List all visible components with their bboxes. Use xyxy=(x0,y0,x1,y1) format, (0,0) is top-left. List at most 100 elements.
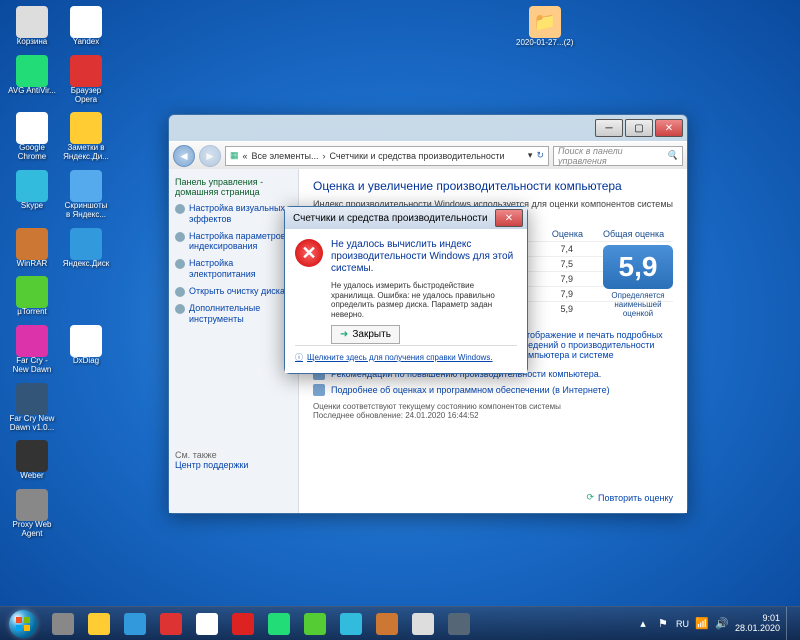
desktop-icon[interactable]: WinRAR xyxy=(8,228,56,269)
desktop-icon-label: Yandex xyxy=(73,38,100,47)
bullet-icon xyxy=(175,204,185,214)
sidebar-item-label: Настройка электропитания xyxy=(189,258,292,280)
bullet-icon xyxy=(175,232,185,242)
desktop-icon-label: Заметки в Яндекс.Ди... xyxy=(62,144,110,162)
page-title: Оценка и увеличение производительности к… xyxy=(313,179,673,193)
dialog-close-action[interactable]: ➜ Закрыть xyxy=(331,325,400,344)
app-icon xyxy=(268,613,290,635)
toolbar: ◄ ► ▦ « Все элементы... › Счетчики и сре… xyxy=(169,141,687,169)
desktop-icon[interactable]: Skype xyxy=(8,170,56,220)
desktop-icon-label: AVG AntiVir... xyxy=(8,87,56,96)
desktop-icon[interactable]: Браузер Opera xyxy=(62,55,110,105)
app-icon xyxy=(196,613,218,635)
close-button[interactable]: ✕ xyxy=(655,119,683,137)
desktop-icon[interactable]: Yandex xyxy=(62,6,110,47)
desktop-icon[interactable]: Заметки в Яндекс.Ди... xyxy=(62,112,110,162)
sidebar-item-label: Настройка визуальных эффектов xyxy=(189,203,292,225)
link-about-online[interactable]: Подробнее об оценках и программном обесп… xyxy=(313,384,673,396)
taskbar-app[interactable] xyxy=(406,610,440,638)
refresh-icon[interactable]: ↻ xyxy=(536,150,544,161)
desktop-icon[interactable]: Google Chrome xyxy=(8,112,56,162)
app-icon xyxy=(124,613,146,635)
footer-timestamp: Последнее обновление: 24.01.2020 16:44:5… xyxy=(313,411,673,420)
score-value: 5,9 xyxy=(560,304,573,314)
sidebar-item[interactable]: Настройка визуальных эффектов xyxy=(175,203,292,225)
network-icon[interactable]: 📶 xyxy=(695,617,709,631)
desktop-icon[interactable]: Far Cry New Dawn v1.0... xyxy=(8,383,56,433)
taskbar-app[interactable] xyxy=(190,610,224,638)
desktop-icon-label: Weber xyxy=(20,472,43,481)
volume-icon[interactable]: 🔊 xyxy=(715,617,729,631)
desktop-icon-label: Скриншоты в Яндекс... xyxy=(62,202,110,220)
maximize-button[interactable]: ▢ xyxy=(625,119,653,137)
taskbar-app[interactable] xyxy=(262,610,296,638)
refresh-icon: ⟳ xyxy=(586,492,594,503)
show-desktop-button[interactable] xyxy=(786,607,796,640)
score-value: 7,9 xyxy=(560,289,573,299)
taskbar-app[interactable] xyxy=(118,610,152,638)
dialog-titlebar[interactable]: Счетчики и средства производительности ✕ xyxy=(285,207,527,229)
tray-expand-icon[interactable]: ▴ xyxy=(636,617,650,631)
flag-icon[interactable]: ⚑ xyxy=(656,617,670,631)
refresh-assessment-link[interactable]: ⟳ Повторить оценку xyxy=(586,492,673,503)
taskbar-app[interactable] xyxy=(334,610,368,638)
taskbar-app[interactable] xyxy=(46,610,80,638)
desktop-icon[interactable]: Корзина xyxy=(8,6,56,47)
desktop-icon[interactable]: Far Cry - New Dawn xyxy=(8,325,56,375)
desktop-icon-label: Google Chrome xyxy=(8,144,56,162)
language-indicator[interactable]: RU xyxy=(676,619,689,629)
sidebar-home-link[interactable]: Панель управления - домашняя страница xyxy=(175,177,292,197)
titlebar[interactable]: ─ ▢ ✕ xyxy=(169,115,687,141)
sidebar-item[interactable]: Настройка параметров индексирования xyxy=(175,231,292,253)
dialog-title: Счетчики и средства производительности xyxy=(293,213,488,224)
search-input[interactable]: Поиск в панели управления 🔍 xyxy=(553,146,683,166)
desktop-icon[interactable]: Weber xyxy=(8,440,56,481)
desktop-icon-label: Яндекс.Диск xyxy=(63,260,110,269)
nav-forward-button[interactable]: ► xyxy=(199,145,221,167)
control-panel-icon: ▦ xyxy=(230,150,239,161)
desktop-icon[interactable]: Proxy Web Agent xyxy=(8,489,56,539)
app-icon xyxy=(340,613,362,635)
sidebar-item[interactable]: Настройка электропитания xyxy=(175,258,292,280)
sidebar-item-label: Настройка параметров индексирования xyxy=(189,231,292,253)
taskbar-app[interactable] xyxy=(154,610,188,638)
score-value: 7,9 xyxy=(560,274,573,284)
sidebar-item-support[interactable]: Центр поддержки xyxy=(175,460,292,471)
dialog-message: Не удалось измерить быстродействие храни… xyxy=(331,281,517,319)
desktop-icon[interactable]: µTorrent xyxy=(8,276,56,317)
taskbar-app[interactable] xyxy=(442,610,476,638)
desktop-icon[interactable]: DxDiag xyxy=(62,325,110,375)
app-icon xyxy=(232,613,254,635)
desktop-icon[interactable]: Скриншоты в Яндекс... xyxy=(62,170,110,220)
taskbar-app[interactable] xyxy=(82,610,116,638)
breadcrumb[interactable]: Счетчики и средства производительности xyxy=(329,151,504,161)
minimize-button[interactable]: ─ xyxy=(595,119,623,137)
search-icon: 🔍 xyxy=(667,150,678,161)
desktop-icon-label: WinRAR xyxy=(17,260,48,269)
error-icon: ✕ xyxy=(295,239,323,267)
desktop-icon[interactable]: AVG AntiVir... xyxy=(8,55,56,105)
start-button[interactable] xyxy=(4,609,42,639)
sidebar-item[interactable]: Дополнительные инструменты xyxy=(175,303,292,325)
desktop-icon-label: Proxy Web Agent xyxy=(8,521,56,539)
desktop-icon-folder[interactable]: 📁 2020-01-27...(2) xyxy=(516,6,573,47)
breadcrumb[interactable]: Все элементы... xyxy=(252,151,319,161)
taskbar-app[interactable] xyxy=(226,610,260,638)
desktop-icon[interactable]: Яндекс.Диск xyxy=(62,228,110,269)
column-header: Общая оценка xyxy=(603,229,673,239)
address-bar[interactable]: ▦ « Все элементы... › Счетчики и средств… xyxy=(225,146,549,166)
taskbar-app[interactable] xyxy=(370,610,404,638)
desktop-icon[interactable] xyxy=(62,276,110,317)
desktop-icon-label: Браузер Opera xyxy=(62,87,110,105)
dialog-heading: Не удалось вычислить индекс производител… xyxy=(331,239,517,275)
clock[interactable]: 9:01 28.01.2020 xyxy=(735,614,780,634)
taskbar: ▴ ⚑ RU 📶 🔊 9:01 28.01.2020 xyxy=(0,606,800,640)
taskbar-app[interactable] xyxy=(298,610,332,638)
desktop-icon-label: µTorrent xyxy=(17,308,47,317)
score-caption: Определяется наименьшей оценкой xyxy=(603,291,673,318)
dialog-help-link[interactable]: ⓘ Щелкните здесь для получения справки W… xyxy=(295,345,517,363)
nav-back-button[interactable]: ◄ xyxy=(173,145,195,167)
score-value: 7,5 xyxy=(560,259,573,269)
sidebar-item[interactable]: Открыть очистку диска xyxy=(175,286,292,297)
dialog-close-button[interactable]: ✕ xyxy=(495,209,523,227)
